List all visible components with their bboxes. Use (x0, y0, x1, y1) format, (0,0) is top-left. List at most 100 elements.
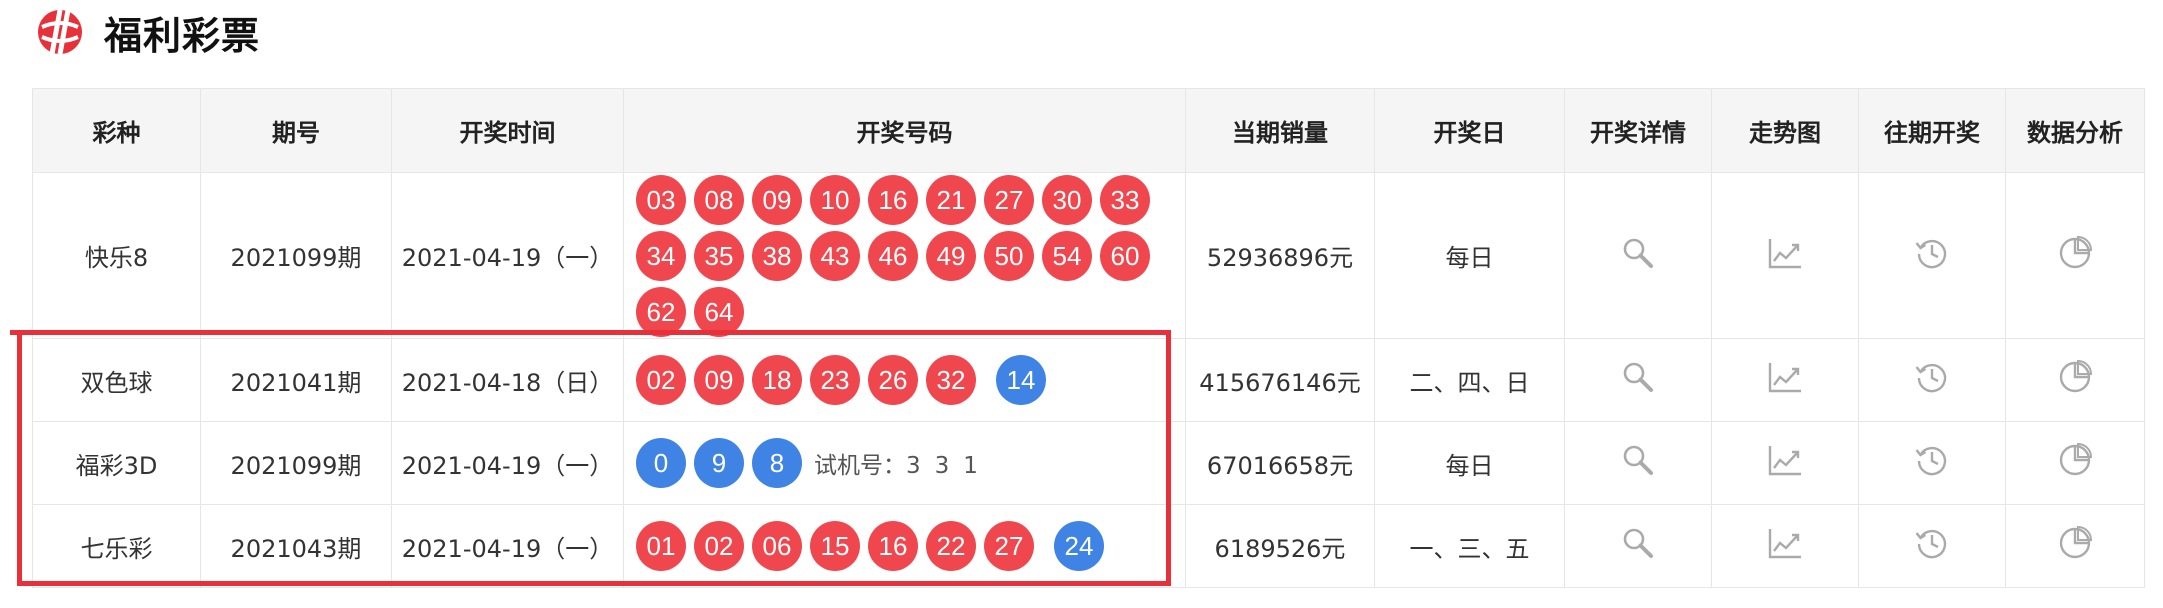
trial-number: 1 (963, 453, 978, 479)
table-row: 双色球 2021041期 2021-04-18（日） 02 09 18 23 26 32 14 41… (32, 338, 2145, 422)
blue-ball: 9 (694, 438, 744, 488)
pie-chart-icon (2057, 442, 2093, 478)
trend-chart-icon (1767, 443, 1803, 477)
welfare-lottery-logo-icon (38, 9, 82, 55)
issue-cell: 2021099期 (200, 172, 392, 339)
trial-numbers: 试机号：3 3 1 (814, 446, 978, 480)
lottery-name[interactable]: 快乐8 (85, 244, 148, 272)
blue-ball: 14 (996, 355, 1046, 405)
search-icon (1621, 360, 1655, 394)
details-button[interactable] (1564, 421, 1712, 505)
winning-numbers-cell: 01 02 06 15 16 22 27 24 (623, 504, 1186, 588)
red-ball: 33 (1100, 174, 1150, 225)
col-header-past-draws: 往期开奖 (1858, 88, 2006, 173)
blue-ball: 24 (1054, 521, 1104, 571)
trend-chart-button[interactable] (1711, 338, 1859, 422)
col-header-data-analysis: 数据分析 (2005, 88, 2145, 173)
red-ball: 64 (694, 286, 744, 337)
red-ball: 60 (1100, 230, 1150, 281)
trend-chart-button[interactable] (1711, 172, 1859, 339)
history-icon (1914, 359, 1950, 395)
trial-number: 3 (934, 453, 950, 479)
number-balls: 01 02 06 15 16 22 27 24 (636, 521, 1177, 571)
red-ball: 32 (926, 355, 976, 405)
red-ball: 02 (636, 355, 686, 405)
table-row: 七乐彩 2021043期 2021-04-19（一） 01 02 06 15 16 22 27 24… (32, 504, 2145, 588)
issue-cell: 2021041期 (200, 338, 392, 422)
lottery-name[interactable]: 七乐彩 (81, 535, 153, 563)
details-button[interactable] (1564, 504, 1712, 588)
trend-chart-button[interactable] (1711, 504, 1859, 588)
col-header-winning-numbers: 开奖号码 (623, 88, 1186, 173)
blue-ball: 0 (636, 438, 686, 488)
red-ball: 09 (752, 174, 802, 225)
data-analysis-button[interactable] (2005, 421, 2145, 505)
winning-numbers-cell: 0 9 8 试机号：3 3 1 (623, 421, 1186, 505)
details-button[interactable] (1564, 338, 1712, 422)
trial-number: 3 (906, 453, 921, 479)
draw-time-cell: 2021-04-19（一） (391, 172, 624, 339)
draw-days-cell: 二、四、日 (1374, 338, 1565, 422)
table-row: 快乐8 2021099期 2021-04-19（一） 03 08 09 10 16 21 27 30… (32, 172, 2145, 339)
sales-cell: 6189526元 (1185, 504, 1375, 588)
red-ball: 54 (1042, 230, 1092, 281)
col-header-draw-days: 开奖日 (1374, 88, 1565, 173)
trial-label: 试机号： (814, 453, 906, 479)
data-analysis-button[interactable] (2005, 504, 2145, 588)
red-ball: 27 (984, 174, 1034, 225)
red-ball: 35 (694, 230, 744, 281)
highlight-box-tick (10, 330, 22, 335)
lottery-name[interactable]: 福彩3D (76, 452, 158, 480)
lottery-name[interactable]: 双色球 (81, 369, 153, 397)
past-draws-button[interactable] (1858, 421, 2006, 505)
number-balls: 02 09 18 23 26 32 14 (636, 355, 1177, 405)
red-ball: 21 (926, 174, 976, 225)
table-body: 快乐8 2021099期 2021-04-19（一） 03 08 09 10 16 21 27 30… (32, 172, 2145, 588)
red-ball: 46 (868, 230, 918, 281)
col-header-details: 开奖详情 (1564, 88, 1712, 173)
red-ball: 09 (694, 355, 744, 405)
data-analysis-button[interactable] (2005, 172, 2145, 339)
table-header: 彩种 期号 开奖时间 开奖号码 当期销量 开奖日 开奖详情 走势图 往期开奖 数据分析 (32, 88, 2145, 173)
welfare-lottery-logo[interactable]: 福利彩票 (30, 4, 260, 60)
lottery-name-cell: 双色球 (32, 338, 201, 422)
trend-chart-icon (1767, 526, 1803, 560)
history-icon (1914, 235, 1950, 271)
pie-chart-icon (2057, 359, 2093, 395)
sales-cell: 415676146元 (1185, 338, 1375, 422)
red-ball: 02 (694, 521, 744, 571)
col-header-trend-chart: 走势图 (1711, 88, 1859, 173)
draw-time-cell: 2021-04-18（日） (391, 338, 624, 422)
red-ball: 62 (636, 286, 686, 337)
past-draws-button[interactable] (1858, 338, 2006, 422)
trend-chart-button[interactable] (1711, 421, 1859, 505)
draw-days-cell: 每日 (1374, 421, 1565, 505)
issue-cell: 2021043期 (200, 504, 392, 588)
lottery-name-cell: 福彩3D (32, 421, 201, 505)
trend-chart-icon (1767, 360, 1803, 394)
red-ball: 10 (810, 174, 860, 225)
blue-ball: 8 (752, 438, 802, 488)
search-icon (1621, 236, 1655, 270)
table-row: 福彩3D 2021099期 2021-04-19（一） 0 9 8 试机号：3 3 1 67016… (32, 421, 2145, 505)
red-ball: 08 (694, 174, 744, 225)
col-header-draw-time: 开奖时间 (391, 88, 624, 173)
lottery-name-cell: 快乐8 (32, 172, 201, 339)
red-ball: 27 (984, 521, 1034, 571)
past-draws-button[interactable] (1858, 504, 2006, 588)
sales-cell: 67016658元 (1185, 421, 1375, 505)
red-ball: 23 (810, 355, 860, 405)
red-ball: 16 (868, 174, 918, 225)
data-analysis-button[interactable] (2005, 338, 2145, 422)
details-button[interactable] (1564, 172, 1712, 339)
draw-time-cell: 2021-04-19（一） (391, 504, 624, 588)
col-header-sales: 当期销量 (1185, 88, 1375, 173)
trend-chart-icon (1767, 236, 1803, 270)
search-icon (1621, 526, 1655, 560)
history-icon (1914, 525, 1950, 561)
issue-cell: 2021099期 (200, 421, 392, 505)
history-icon (1914, 442, 1950, 478)
pie-chart-icon (2057, 235, 2093, 271)
past-draws-button[interactable] (1858, 172, 2006, 339)
winning-numbers-cell: 02 09 18 23 26 32 14 (623, 338, 1186, 422)
